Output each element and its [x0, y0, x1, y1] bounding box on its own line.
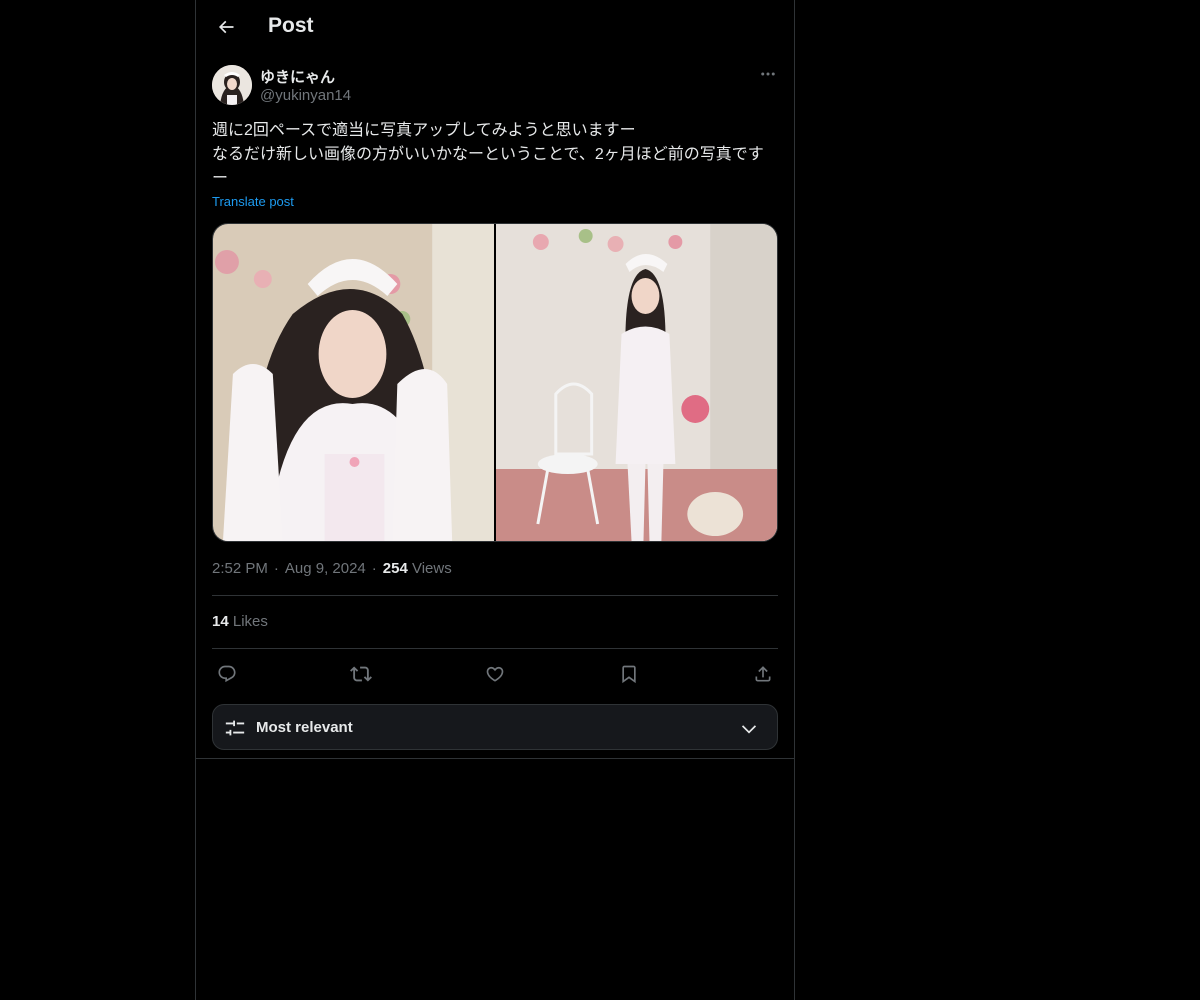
- post-meta: 2:52 PM · Aug 9, 2024 · 254 Views: [212, 560, 452, 577]
- bookmark-icon: [622, 665, 636, 684]
- post-author: ゆきにゃん @yukinyan14: [212, 64, 778, 108]
- post-actions: [212, 659, 778, 689]
- like-button[interactable]: [480, 659, 510, 689]
- views-label: Views: [411, 560, 452, 577]
- reply-icon: [218, 665, 236, 683]
- share-button[interactable]: [748, 659, 778, 689]
- divider: [212, 595, 778, 596]
- sort-replies-dropdown[interactable]: Most relevant: [212, 704, 778, 750]
- primary-column: Post ゆきにゃん @yukinyan14 週に2回ペースで適当に写真アップし…: [195, 0, 795, 1000]
- photo-1[interactable]: [213, 224, 494, 541]
- sort-label: Most relevant: [256, 719, 353, 736]
- page-title: Post: [268, 14, 314, 37]
- translate-post-link[interactable]: Translate post: [212, 194, 294, 209]
- bookmark-button[interactable]: [614, 659, 644, 689]
- post-text: 週に2回ペースで適当に写真アップしてみようと思いますー なるだけ新しい画像の方が…: [212, 122, 764, 187]
- author-display-name[interactable]: ゆきにゃん: [260, 66, 335, 87]
- top-bar: Post: [196, 0, 794, 54]
- divider: [212, 648, 778, 649]
- more-button[interactable]: [758, 64, 778, 84]
- meta-separator: ·: [273, 560, 279, 577]
- back-button[interactable]: [208, 9, 244, 45]
- share-icon: [755, 666, 771, 682]
- likes-label: Likes: [232, 613, 268, 630]
- likes-count: 14: [212, 613, 229, 630]
- post-time[interactable]: 2:52 PM: [212, 560, 268, 577]
- repost-button[interactable]: [346, 659, 376, 689]
- views-count: 254: [382, 560, 408, 577]
- chevron-down-icon: [741, 725, 757, 734]
- divider: [196, 758, 794, 759]
- likes-link[interactable]: 14 Likes: [212, 613, 268, 630]
- arrow-left-icon: [218, 20, 234, 34]
- post-date[interactable]: Aug 9, 2024: [285, 560, 366, 577]
- repost-icon: [350, 666, 372, 682]
- more-horizontal-icon: [761, 72, 775, 76]
- author-handle[interactable]: @yukinyan14: [260, 87, 351, 104]
- heart-icon: [486, 666, 504, 682]
- photo-2[interactable]: [496, 224, 777, 541]
- meta-separator: ·: [371, 560, 377, 577]
- reply-button[interactable]: [212, 659, 242, 689]
- media-grid: [212, 223, 778, 542]
- avatar[interactable]: [212, 65, 252, 105]
- sliders-icon: [225, 720, 245, 736]
